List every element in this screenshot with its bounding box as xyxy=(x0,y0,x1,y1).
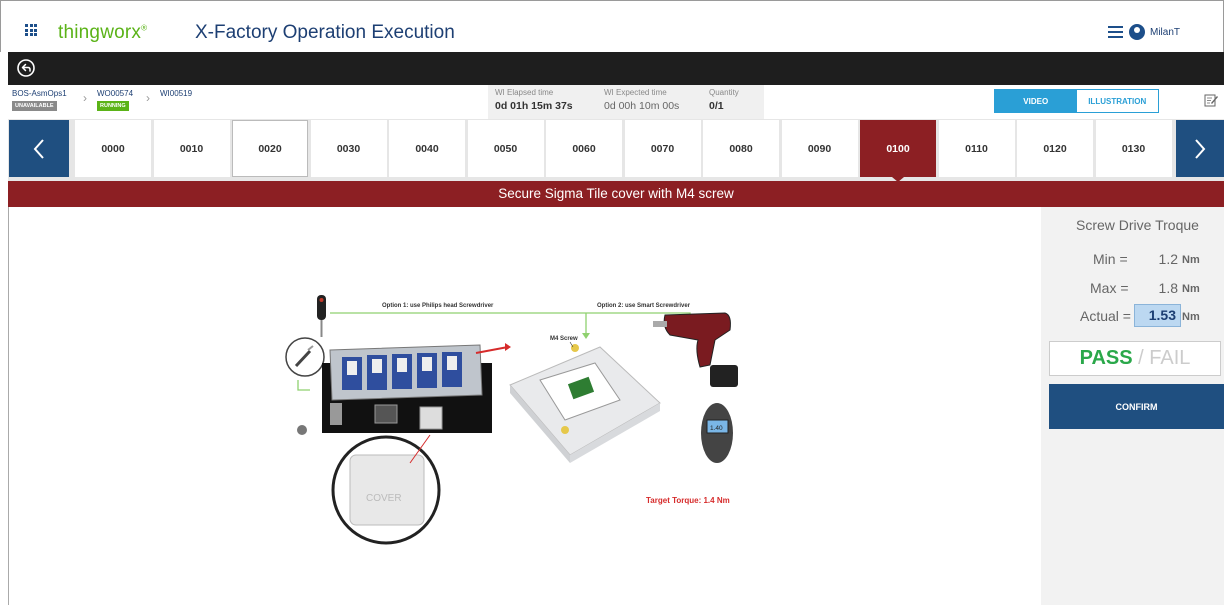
pass-fail-separator: / xyxy=(1138,347,1144,369)
work-instruction-illustration: Option 1: use Philips head Screwdriver O… xyxy=(285,295,738,545)
torque-panel-title: Screw Drive Troque xyxy=(1076,217,1199,233)
app-header: thingworx® X-Factory Operation Execution… xyxy=(0,0,1224,52)
step-title-bar: Secure Sigma Tile cover with M4 screw xyxy=(8,181,1224,207)
pass-label[interactable]: PASS xyxy=(1080,347,1133,369)
max-value: 1.8 xyxy=(1158,280,1178,296)
operation-tile-0060[interactable]: 0060 xyxy=(546,120,622,177)
metric-value: 0d 00h 10m 00s xyxy=(604,100,680,112)
metric-label: Quantity xyxy=(709,88,739,97)
next-operations-button[interactable] xyxy=(1176,120,1224,177)
hamburger-menu-icon[interactable] xyxy=(1108,26,1123,38)
metric-label: WI Expected time xyxy=(604,88,667,97)
video-button[interactable]: VIDEO xyxy=(995,90,1077,112)
min-value: 1.2 xyxy=(1158,251,1178,267)
min-label: Min = xyxy=(1093,251,1128,267)
torque-display-value: 1.40 xyxy=(710,425,723,432)
app-title: X-Factory Operation Execution xyxy=(195,22,455,43)
operation-tile-0000[interactable]: 0000 xyxy=(75,120,151,177)
actual-unit: Nm xyxy=(1182,311,1200,323)
smart-screwdriver xyxy=(663,312,731,368)
torque-panel: Screw Drive Troque Min = 1.2 Nm Max = 1.… xyxy=(1041,207,1224,605)
fail-label[interactable]: FAIL xyxy=(1149,347,1190,369)
operation-tile-0080[interactable]: 0080 xyxy=(703,120,779,177)
previous-operations-button[interactable] xyxy=(9,120,69,177)
media-toggle: VIDEO ILLUSTRATION xyxy=(994,89,1159,113)
navigation-bar xyxy=(8,52,1224,85)
status-badge: RUNNING xyxy=(97,101,129,111)
actual-torque-field[interactable]: 1.53 xyxy=(1134,304,1181,327)
chevron-right-icon xyxy=(1195,138,1206,159)
confirm-button[interactable]: CONFIRM xyxy=(1049,384,1224,429)
metric-value: 0/1 xyxy=(709,100,724,112)
brand-logo: thingworx® xyxy=(58,22,148,43)
max-unit: Nm xyxy=(1182,283,1200,295)
metric-value: 0d 01h 15m 37s xyxy=(495,100,573,112)
status-badge: UNAVAILABLE xyxy=(12,101,57,111)
content-border xyxy=(8,207,9,605)
cover-label: COVER xyxy=(366,493,402,504)
breadcrumb-work-instruction[interactable]: WI00519 xyxy=(160,89,192,98)
user-avatar-icon[interactable] xyxy=(1129,24,1145,40)
operation-tile-0090[interactable]: 0090 xyxy=(781,120,858,177)
apps-grid-icon[interactable] xyxy=(25,24,37,36)
breadcrumb-station[interactable]: BOS-AsmOps1 xyxy=(12,89,67,98)
actual-label: Actual = xyxy=(1080,308,1131,324)
operation-tile-0110[interactable]: 0110 xyxy=(938,120,1015,177)
operation-tile-0040[interactable]: 0040 xyxy=(389,120,465,177)
work-info-row: BOS-AsmOps1 UNAVAILABLE › WO00574 RUNNIN… xyxy=(8,85,1224,119)
operation-tile-0120[interactable]: 0120 xyxy=(1017,120,1093,177)
operation-tile-0070[interactable]: 0070 xyxy=(624,120,701,177)
operation-tile-0010[interactable]: 0010 xyxy=(153,120,230,177)
min-unit: Nm xyxy=(1182,254,1200,266)
pass-fail-indicator: PASS / FAIL xyxy=(1049,341,1221,376)
metric-label: WI Elapsed time xyxy=(495,88,554,97)
back-icon[interactable] xyxy=(16,58,36,78)
option2-label: Option 2: use Smart Screwdriver xyxy=(597,303,691,309)
operation-tile-0030[interactable]: 0030 xyxy=(310,120,387,177)
operations-strip: 0000 0010 0020 0030 0040 0050 0060 0070 0080 0090… xyxy=(8,119,1224,182)
breadcrumb-separator: › xyxy=(83,91,87,105)
max-label: Max = xyxy=(1090,280,1129,296)
operation-tile-0100[interactable]: 0100 xyxy=(860,120,936,177)
operation-tile-0050[interactable]: 0050 xyxy=(467,120,544,177)
breadcrumb-work-order[interactable]: WO00574 xyxy=(97,89,133,98)
target-torque-label: Target Torque: 1.4 Nm xyxy=(646,496,730,505)
operation-tile-0130[interactable]: 0130 xyxy=(1095,120,1172,177)
chevron-left-icon xyxy=(33,138,44,159)
option1-label: Option 1: use Philips head Screwdriver xyxy=(382,303,494,309)
operation-tile-0020[interactable]: 0020 xyxy=(232,120,308,177)
illustration-button[interactable]: ILLUSTRATION xyxy=(1076,90,1158,112)
screw-label: M4 Screw xyxy=(550,336,578,342)
user-name[interactable]: MilanT xyxy=(1150,27,1180,38)
breadcrumb-separator: › xyxy=(146,91,150,105)
edit-notes-icon[interactable] xyxy=(1204,93,1218,107)
metrics-panel: WI Elapsed time 0d 01h 15m 37s WI Expect… xyxy=(488,85,764,119)
